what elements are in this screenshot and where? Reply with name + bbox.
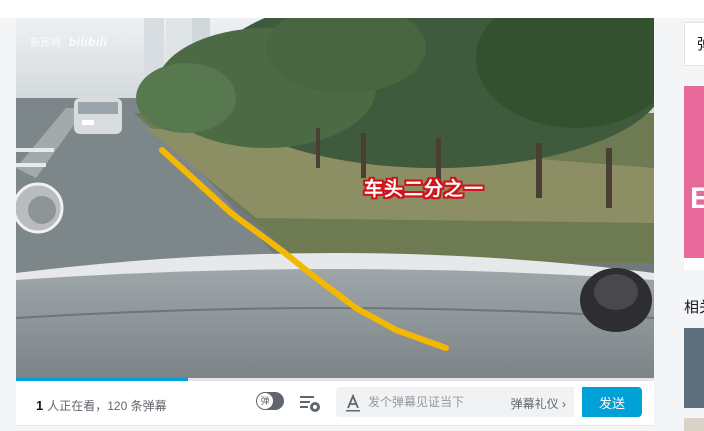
etiquette-label: 弹幕礼仪 <box>510 397 559 411</box>
danmaku-settings-icon[interactable] <box>299 393 321 413</box>
chevron-right-icon: › <box>562 397 566 411</box>
a-icon[interactable] <box>344 394 362 412</box>
viewer-count: 1 <box>36 398 44 413</box>
watermark-logo: bilibili <box>68 35 108 49</box>
send-button[interactable]: 发送 <box>582 387 642 417</box>
related-thumbnail[interactable] <box>684 328 704 408</box>
video-frame <box>16 18 654 378</box>
video-caption: 车头二分之一 <box>364 179 485 200</box>
video-player[interactable]: 新民网 bilibili 车头二分之一 <box>16 18 654 378</box>
danmaku-toggle-knob: 弹 <box>257 393 273 409</box>
video-watermark: 新民网 bilibili <box>30 34 107 49</box>
related-title: 相关推荐 <box>684 299 704 316</box>
sidebar-card[interactable]: 弹 <box>684 22 704 66</box>
viewer-status: 1 人正在看，120 条弹幕 <box>36 397 167 414</box>
sidebar-ad[interactable]: E <box>684 86 704 258</box>
watermark-channel: 新民网 <box>30 38 62 49</box>
viewer-text: 人正在看，120 条弹幕 <box>47 399 167 413</box>
page-top-strip <box>0 0 704 18</box>
etiquette-link[interactable]: 弹幕礼仪 › <box>511 395 566 412</box>
related-thumbnail[interactable] <box>684 418 704 431</box>
sidebar-ad-strip <box>684 258 704 270</box>
danmaku-input-box: 弹幕礼仪 › <box>336 387 574 417</box>
danmaku-toggle[interactable]: 弹 <box>256 392 284 410</box>
ad-glyph: E <box>690 182 704 215</box>
danmaku-input[interactable] <box>368 387 488 417</box>
danmaku-bar: 1人正在看，120 条弹幕 弹 弹幕礼仪 › 发送 <box>16 381 654 426</box>
